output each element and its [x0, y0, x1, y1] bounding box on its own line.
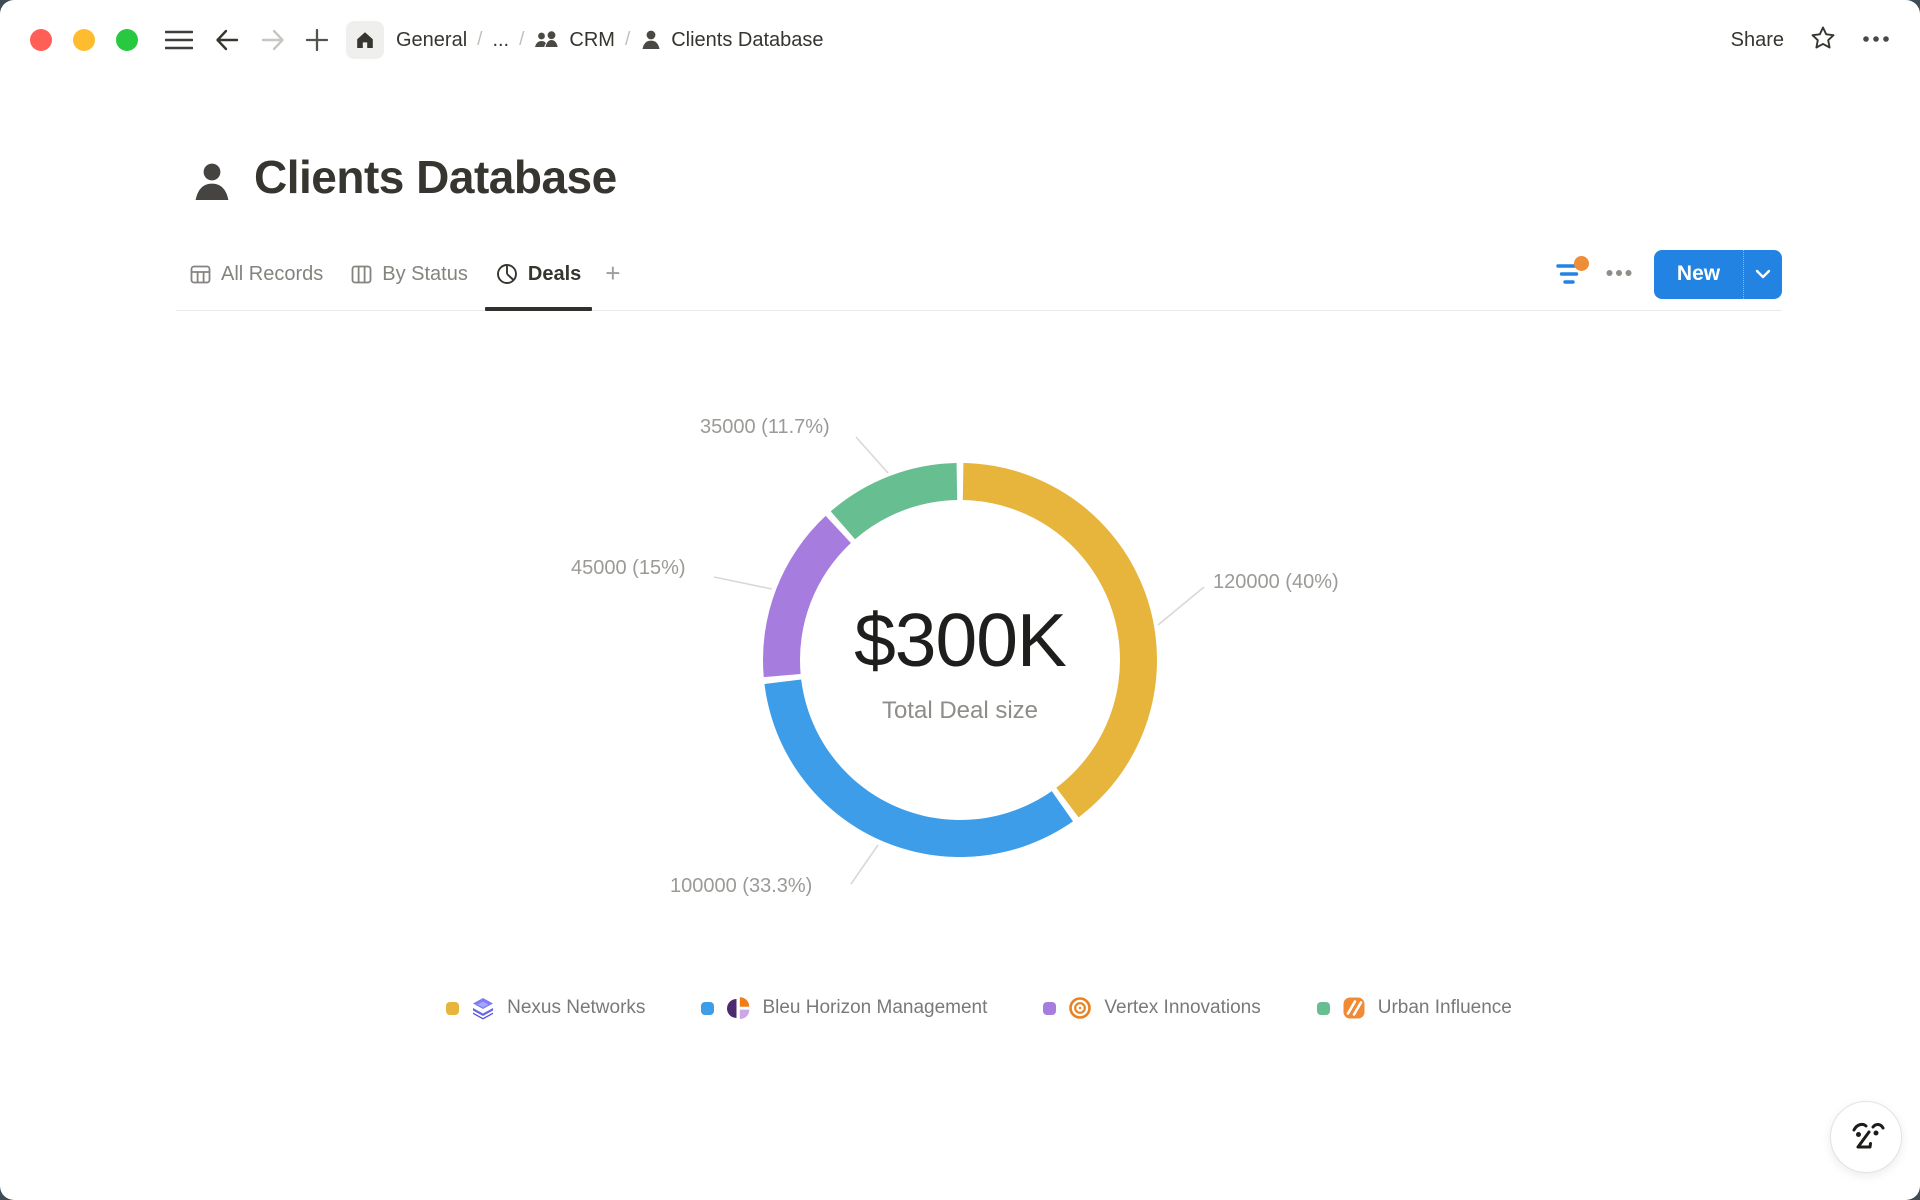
- breadcrumb-separator: /: [519, 29, 524, 51]
- legend-swatch: [1317, 1002, 1330, 1015]
- chevron-down-icon: [1755, 269, 1771, 279]
- legend-label: Vertex Innovations: [1104, 997, 1260, 1019]
- table-icon: [190, 264, 211, 285]
- hamburger-icon: [165, 28, 193, 52]
- breadcrumb-collapsed[interactable]: ...: [486, 25, 515, 56]
- breadcrumb-page-label: Clients Database: [671, 29, 823, 52]
- notion-ai-face-icon: [1843, 1114, 1889, 1160]
- tab-deals[interactable]: Deals: [482, 238, 595, 310]
- minimize-window-button[interactable]: [73, 29, 95, 51]
- page-title: Clients Database: [254, 150, 617, 205]
- slice-label-vertex-innovations: 45000 (15%): [571, 557, 686, 580]
- tab-by-status-label: By Status: [382, 263, 468, 286]
- filter-active-badge: [1574, 256, 1589, 271]
- view-tabs-bar: All Records By Status Deals + New: [176, 238, 1782, 311]
- breadcrumb-collapsed-label: ...: [492, 29, 509, 52]
- slice-label-nexus-networks: 120000 (40%): [1213, 571, 1339, 594]
- legend-label: Nexus Networks: [507, 997, 645, 1019]
- urban-stripes-logo-icon: [1342, 996, 1366, 1020]
- tab-deals-label: Deals: [528, 263, 581, 286]
- donut-segment-urban-influence[interactable]: [831, 463, 957, 539]
- page-person-icon: [190, 159, 234, 205]
- legend-item-vertex-innovations[interactable]: Vertex Innovations: [1043, 996, 1260, 1020]
- legend-label: Urban Influence: [1378, 997, 1512, 1019]
- tab-by-status[interactable]: By Status: [337, 238, 482, 310]
- view-options-button[interactable]: [1606, 265, 1632, 283]
- new-page-button[interactable]: [298, 21, 336, 59]
- chart-center: $300K Total Deal size: [760, 597, 1160, 725]
- forward-button[interactable]: [254, 21, 292, 59]
- traffic-lights: [30, 29, 138, 51]
- more-options-button[interactable]: [1862, 31, 1890, 49]
- legend-item-urban-influence[interactable]: Urban Influence: [1317, 996, 1512, 1020]
- tab-all-records-label: All Records: [221, 263, 323, 286]
- breadcrumb-crm-label: CRM: [569, 29, 615, 52]
- new-record-label: New: [1654, 262, 1743, 286]
- view-options-ellipsis-icon: [1606, 268, 1632, 278]
- share-button[interactable]: Share: [1731, 29, 1784, 52]
- add-view-button[interactable]: +: [595, 258, 630, 289]
- plus-icon: [305, 28, 329, 52]
- forward-arrow-icon: [260, 27, 286, 53]
- slice-label-urban-influence: 35000 (11.7%): [700, 416, 830, 439]
- back-button[interactable]: [208, 21, 246, 59]
- window-toolbar: General / ... / CRM / Clients Database S…: [0, 0, 1920, 80]
- new-record-button[interactable]: New: [1654, 250, 1782, 299]
- sidebar-toggle-button[interactable]: [160, 21, 198, 59]
- chart-total-label: Total Deal size: [760, 697, 1160, 725]
- filter-button[interactable]: [1556, 261, 1584, 287]
- breadcrumb-separator: /: [477, 29, 482, 51]
- back-arrow-icon: [214, 27, 240, 53]
- home-icon: [355, 30, 375, 50]
- app-window: General / ... / CRM / Clients Database S…: [0, 0, 1920, 1200]
- nexus-layers-logo-icon: [471, 996, 495, 1020]
- breadcrumb-general-label: General: [396, 29, 467, 52]
- breadcrumb: General / ... / CRM / Clients Database: [390, 25, 830, 56]
- bleu-horizon-pie-logo-icon: [726, 996, 750, 1020]
- legend-swatch: [701, 1002, 714, 1015]
- breadcrumb-general[interactable]: General: [390, 25, 473, 56]
- more-icon: [1862, 34, 1890, 44]
- pie-icon: [496, 263, 518, 285]
- chart-total-value: $300K: [760, 597, 1160, 683]
- tab-all-records[interactable]: All Records: [176, 238, 337, 310]
- zoom-window-button[interactable]: [116, 29, 138, 51]
- legend-label: Bleu Horizon Management: [762, 997, 987, 1019]
- home-button[interactable]: [346, 21, 384, 59]
- breadcrumb-crm[interactable]: CRM: [528, 25, 621, 56]
- person-icon: [640, 29, 662, 51]
- board-icon: [351, 264, 372, 285]
- favorite-button[interactable]: [1810, 25, 1836, 56]
- legend-item-nexus-networks[interactable]: Nexus Networks: [446, 996, 645, 1020]
- legend-item-bleu-horizon[interactable]: Bleu Horizon Management: [701, 996, 987, 1020]
- legend-swatch: [446, 1002, 459, 1015]
- people-icon: [534, 29, 560, 51]
- chart-legend: Nexus Networks Bleu Horizon Management V…: [176, 996, 1782, 1020]
- vertex-rings-logo-icon: [1068, 996, 1092, 1020]
- breadcrumb-separator: /: [625, 29, 630, 51]
- new-record-dropdown[interactable]: [1744, 269, 1782, 279]
- breadcrumb-current-page[interactable]: Clients Database: [634, 25, 829, 56]
- slice-label-bleu-horizon: 100000 (33.3%): [670, 875, 812, 898]
- legend-swatch: [1043, 1002, 1056, 1015]
- ai-assistant-button[interactable]: [1830, 1101, 1902, 1173]
- star-icon: [1810, 25, 1836, 51]
- close-window-button[interactable]: [30, 29, 52, 51]
